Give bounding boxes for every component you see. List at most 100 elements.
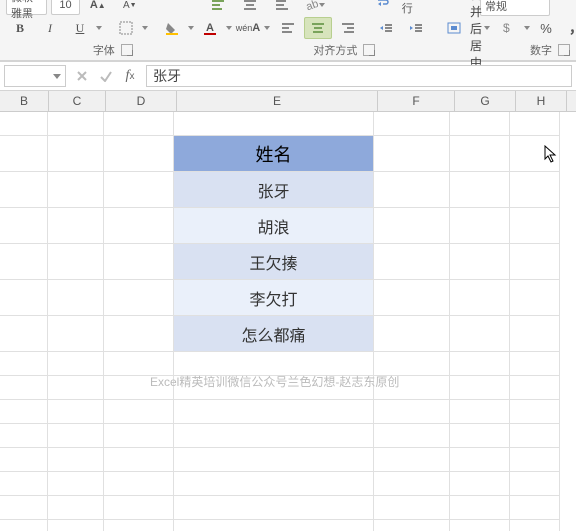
cell[interactable] — [450, 448, 510, 472]
table-data-cell[interactable]: 张牙 — [174, 172, 374, 208]
cell[interactable] — [104, 496, 174, 520]
cell[interactable] — [0, 424, 48, 448]
cell[interactable] — [174, 112, 374, 136]
increase-indent-icon[interactable] — [402, 17, 430, 39]
cell[interactable] — [0, 172, 48, 208]
table-data-cell[interactable]: 王欠揍 — [174, 244, 374, 280]
cell[interactable] — [0, 400, 48, 424]
cell[interactable] — [48, 112, 104, 136]
cell[interactable] — [48, 136, 104, 172]
cell[interactable] — [374, 244, 450, 280]
cell[interactable] — [374, 448, 450, 472]
grid-rows[interactable]: 姓名张牙胡浪王欠揍李欠打怎么都痛 — [0, 112, 576, 531]
align-bottom-icon[interactable] — [268, 0, 296, 16]
cell[interactable] — [174, 352, 374, 376]
wrap-text-icon[interactable] — [370, 0, 398, 11]
table-row[interactable] — [0, 400, 576, 424]
border-dropdown-icon[interactable] — [142, 26, 148, 30]
cell[interactable] — [48, 448, 104, 472]
font-size-box[interactable]: 10 — [51, 0, 79, 15]
cell[interactable] — [510, 424, 560, 448]
cell[interactable] — [510, 496, 560, 520]
cell[interactable] — [374, 376, 450, 400]
cell[interactable] — [374, 112, 450, 136]
table-row[interactable] — [0, 520, 576, 531]
cell[interactable] — [48, 496, 104, 520]
cell[interactable] — [0, 496, 48, 520]
align-center-icon[interactable] — [304, 17, 332, 39]
orientation-icon[interactable]: ab — [300, 0, 330, 16]
cell[interactable] — [510, 208, 560, 244]
comma-icon[interactable]: ， — [562, 17, 576, 39]
table-row[interactable]: 王欠揍 — [0, 244, 576, 280]
cell[interactable] — [48, 316, 104, 352]
cell[interactable] — [510, 112, 560, 136]
merge-dropdown-icon[interactable] — [484, 26, 490, 30]
cell[interactable] — [510, 280, 560, 316]
cell[interactable] — [0, 280, 48, 316]
table-row[interactable]: 胡浪 — [0, 208, 576, 244]
phonetic-icon[interactable]: wénA — [234, 17, 262, 39]
table-data-cell[interactable]: 胡浪 — [174, 208, 374, 244]
cell[interactable] — [104, 424, 174, 448]
cell[interactable] — [104, 400, 174, 424]
cell[interactable] — [510, 352, 560, 376]
fill-color-icon[interactable] — [158, 17, 186, 39]
number-dialog-icon[interactable] — [558, 44, 570, 56]
cell[interactable] — [174, 376, 374, 400]
cancel-icon[interactable] — [70, 66, 94, 86]
cell[interactable] — [104, 136, 174, 172]
cell[interactable] — [374, 400, 450, 424]
phonetic-dropdown-icon[interactable] — [264, 26, 270, 30]
cell[interactable] — [450, 208, 510, 244]
align-left-icon[interactable] — [274, 17, 302, 39]
cell[interactable] — [48, 376, 104, 400]
cell[interactable] — [374, 172, 450, 208]
cell[interactable] — [0, 352, 48, 376]
cell[interactable] — [48, 208, 104, 244]
table-row[interactable]: 怎么都痛 — [0, 316, 576, 352]
fx-icon[interactable]: fx — [118, 66, 142, 86]
cell[interactable] — [450, 520, 510, 531]
number-format-box[interactable]: 常规 — [480, 0, 550, 16]
italic-icon[interactable]: I — [36, 17, 64, 39]
cell[interactable] — [104, 472, 174, 496]
table-row[interactable]: 张牙 — [0, 172, 576, 208]
align-right-icon[interactable] — [334, 17, 362, 39]
cell[interactable] — [0, 244, 48, 280]
table-row[interactable]: 姓名 — [0, 136, 576, 172]
cell[interactable] — [174, 424, 374, 448]
cell[interactable] — [174, 472, 374, 496]
fill-color-dropdown-icon[interactable] — [188, 26, 194, 30]
cell[interactable] — [450, 280, 510, 316]
table-row[interactable] — [0, 112, 576, 136]
cell[interactable] — [450, 400, 510, 424]
cell[interactable] — [510, 136, 560, 172]
underline-dropdown-icon[interactable] — [96, 26, 102, 30]
underline-icon[interactable]: U — [66, 17, 94, 39]
cell[interactable] — [0, 136, 48, 172]
cell[interactable] — [104, 172, 174, 208]
cell[interactable] — [510, 244, 560, 280]
col-header-F[interactable]: F — [378, 91, 455, 111]
accounting-dropdown-icon[interactable] — [524, 26, 530, 30]
cell[interactable] — [104, 208, 174, 244]
cell[interactable] — [104, 352, 174, 376]
enter-icon[interactable] — [94, 66, 118, 86]
cell[interactable] — [450, 472, 510, 496]
font-color-icon[interactable]: A — [196, 17, 224, 39]
cell[interactable] — [450, 172, 510, 208]
bold-icon[interactable]: B — [6, 17, 34, 39]
cell[interactable] — [104, 280, 174, 316]
cell[interactable] — [174, 496, 374, 520]
cell[interactable] — [0, 448, 48, 472]
cell[interactable] — [450, 244, 510, 280]
cell[interactable] — [374, 520, 450, 531]
cell[interactable] — [48, 472, 104, 496]
cell[interactable] — [174, 520, 374, 531]
cell[interactable] — [510, 520, 560, 531]
cell[interactable] — [510, 376, 560, 400]
cell[interactable] — [374, 136, 450, 172]
name-box[interactable] — [4, 65, 66, 87]
cell[interactable] — [450, 424, 510, 448]
